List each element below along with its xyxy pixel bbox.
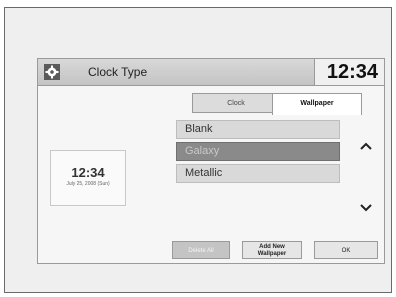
clock-type-screen: Clock Type 12:34 12:34 July 25, 2008 (Su… <box>37 58 385 264</box>
preview-time: 12:34 <box>71 165 105 180</box>
clock-readout: 12:34 <box>314 59 384 85</box>
tab-clock[interactable]: Clock <box>192 93 280 113</box>
tab-wallpaper[interactable]: Wallpaper <box>272 93 362 115</box>
chevron-up-icon[interactable] <box>358 139 374 151</box>
gear-icon[interactable] <box>44 64 60 80</box>
add-new-wallpaper-button[interactable]: Add New Wallpaper <box>242 241 302 259</box>
list-item-metallic[interactable]: Metallic <box>176 164 340 183</box>
add-new-label-line2: Wallpaper <box>257 251 287 257</box>
list-item-blank[interactable]: Blank <box>176 120 340 139</box>
footer-bar: Delete All Add New Wallpaper OK <box>38 241 384 263</box>
wallpaper-list: Blank Galaxy Metallic <box>176 120 340 186</box>
header-bar: Clock Type 12:34 <box>38 59 384 86</box>
chevron-down-icon[interactable] <box>358 201 374 213</box>
ok-button[interactable]: OK <box>314 241 378 259</box>
wallpaper-preview: 12:34 July 25, 2008 (Sun) <box>50 150 126 206</box>
delete-all-button[interactable]: Delete All <box>172 241 230 259</box>
device-frame: Clock Type 12:34 12:34 July 25, 2008 (Su… <box>4 7 392 293</box>
add-new-label-line1: Add New <box>259 244 285 250</box>
list-item-galaxy[interactable]: Galaxy <box>176 142 340 161</box>
tab-bar: Clock Wallpaper <box>188 93 384 115</box>
preview-date: July 25, 2008 (Sun) <box>66 181 110 187</box>
page-title: Clock Type <box>88 65 148 79</box>
